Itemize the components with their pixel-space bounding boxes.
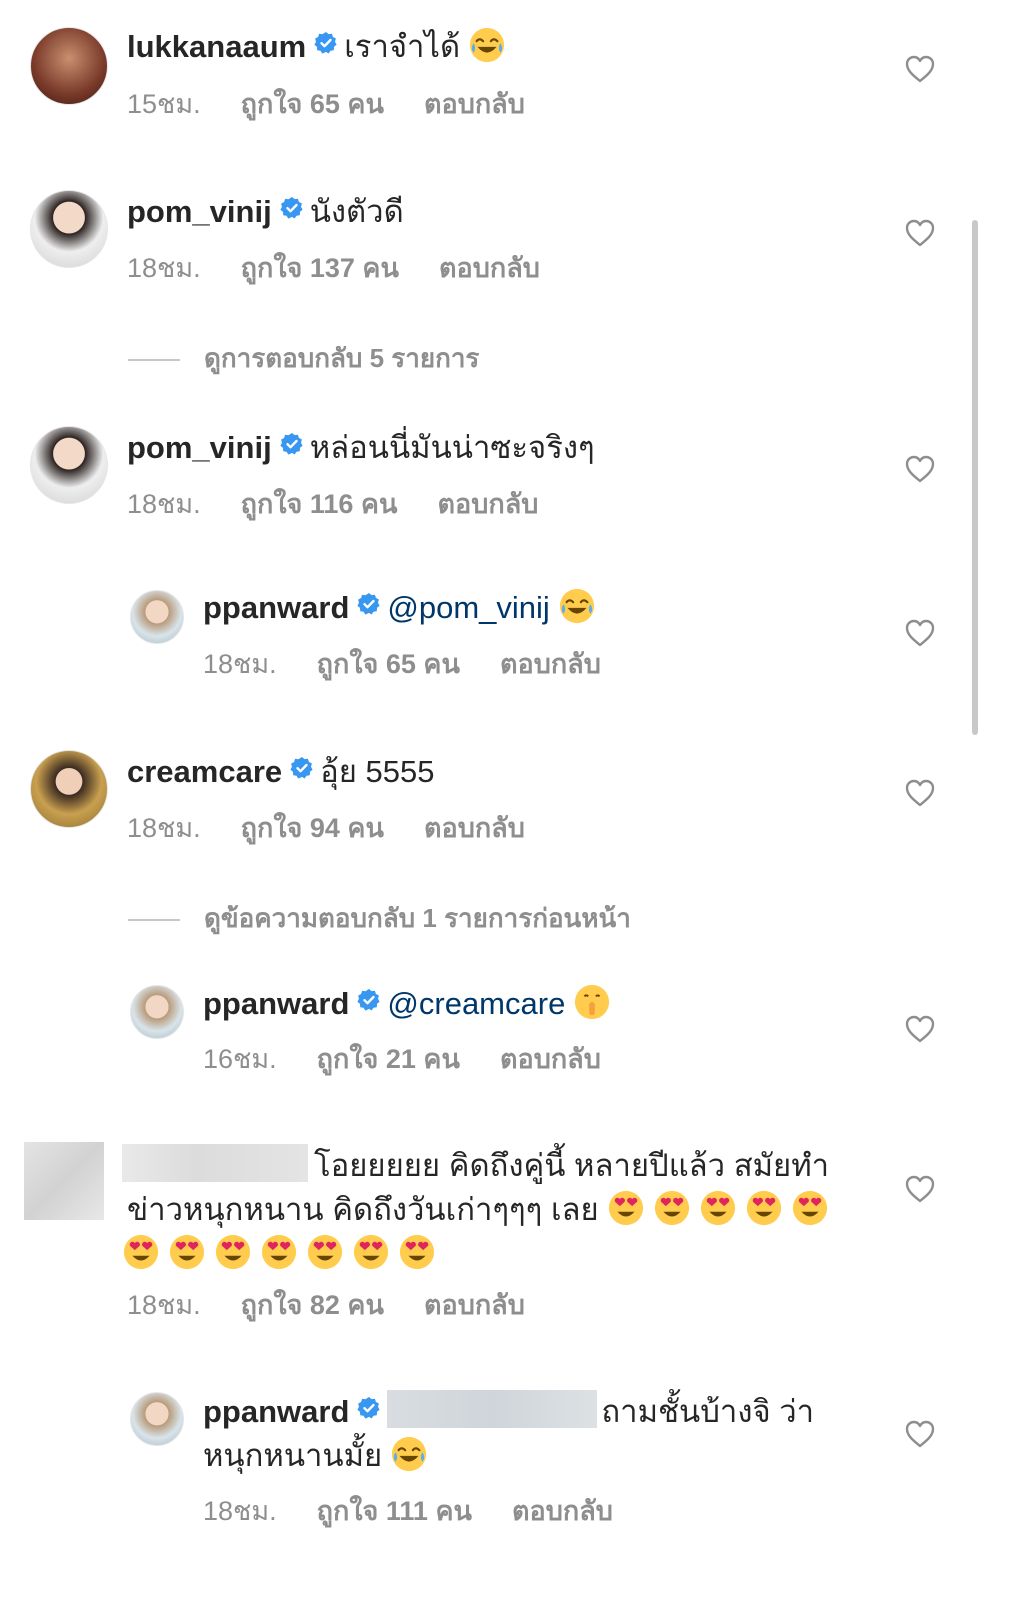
- comment-meta: 15ชม. ถูกใจ 65 คน ตอบกลับ: [127, 86, 525, 122]
- avatar[interactable]: [130, 1392, 184, 1446]
- comment-meta: 18ชม. ถูกใจ 111 คน ตอบกลับ: [203, 1493, 613, 1529]
- divider: [128, 359, 180, 362]
- comment-time: 18ชม.: [203, 649, 277, 679]
- comment-time: 18ชม.: [127, 253, 201, 283]
- heart-eyes-emoji-icon: [653, 1189, 691, 1227]
- heart-icon[interactable]: [904, 218, 936, 248]
- heart-icon[interactable]: [904, 618, 936, 648]
- heart-eyes-emoji-icon: [607, 1189, 645, 1227]
- like-count[interactable]: ถูกใจ 65 คน: [241, 86, 384, 122]
- username[interactable]: pom_vinij: [127, 430, 272, 465]
- laughing-emoji-icon: [468, 26, 506, 64]
- reply-button[interactable]: ตอบกลับ: [512, 1493, 613, 1529]
- reply-button[interactable]: ตอบกลับ: [500, 646, 601, 682]
- comment-text: ถามชั้นบ้างจิ ว่า: [601, 1394, 815, 1429]
- laughing-emoji-icon: [390, 1435, 428, 1473]
- verified-badge-icon: [357, 988, 381, 1012]
- reply-button[interactable]: ตอบกลับ: [437, 486, 538, 522]
- heart-icon[interactable]: [904, 778, 936, 808]
- heart-icon[interactable]: [904, 1419, 936, 1449]
- heart-icon[interactable]: [904, 1174, 936, 1204]
- comment-text: อุ้ย 5555: [320, 754, 435, 789]
- comment-text: หล่อนนี่มันน่าซะจริงๆ: [309, 430, 595, 465]
- view-replies-button[interactable]: ดูการตอบกลับ 5 รายการ: [128, 338, 479, 379]
- heart-eyes-emoji-icon: [791, 1189, 829, 1227]
- comment-text: โอยยยยย คิดถึงคู่นี้ หลายปีแล้ว สมัยทำ: [314, 1148, 830, 1183]
- view-replies-label: ดูการตอบกลับ 5 รายการ: [204, 343, 480, 373]
- laughing-emoji-icon: [558, 587, 596, 625]
- comment-time: 18ชม.: [127, 489, 201, 519]
- comment-meta: 18ชม. ถูกใจ 116 คน ตอบกลับ: [127, 486, 538, 522]
- like-count[interactable]: ถูกใจ 21 คน: [317, 1041, 460, 1077]
- shushing-emoji-icon: [573, 983, 611, 1021]
- heart-icon[interactable]: [904, 1014, 936, 1044]
- mention-link[interactable]: @creamcare: [387, 986, 565, 1021]
- view-replies-button[interactable]: ดูข้อความตอบกลับ 1 รายการก่อนหน้า: [128, 898, 631, 939]
- verified-badge-icon: [357, 592, 381, 616]
- comment-text: ข่าวหนุกหนาน คิดถึงวันเก่าๆๆๆ เลย: [127, 1192, 599, 1227]
- hidden-username: [122, 1144, 308, 1182]
- reply-button[interactable]: ตอบกลับ: [424, 1287, 525, 1323]
- avatar[interactable]: [30, 426, 108, 504]
- comment-text: เราจำได้: [344, 29, 461, 64]
- comment-meta: 18ชม. ถูกใจ 137 คน ตอบกลับ: [127, 250, 540, 286]
- heart-eyes-emoji-icon: [699, 1189, 737, 1227]
- avatar[interactable]: [30, 750, 108, 828]
- view-replies-label: ดูข้อความตอบกลับ 1 รายการก่อนหน้า: [204, 903, 631, 933]
- avatar[interactable]: [30, 190, 108, 268]
- heart-eyes-emoji-icon: [352, 1233, 390, 1271]
- username[interactable]: ppanward: [203, 590, 349, 625]
- verified-badge-icon: [280, 432, 304, 456]
- like-count[interactable]: ถูกใจ 82 คน: [241, 1287, 384, 1323]
- comment-time: 16ชม.: [203, 1044, 277, 1074]
- avatar[interactable]: [130, 985, 184, 1039]
- verified-badge-icon: [314, 31, 338, 55]
- like-count[interactable]: ถูกใจ 137 คน: [241, 250, 399, 286]
- like-count[interactable]: ถูกใจ 94 คน: [241, 810, 384, 846]
- heart-eyes-emoji-icon: [122, 1233, 160, 1271]
- comment-time: 18ชม.: [127, 1290, 201, 1320]
- scrollbar[interactable]: [972, 220, 978, 735]
- divider: [128, 919, 180, 922]
- like-count[interactable]: ถูกใจ 65 คน: [317, 646, 460, 682]
- like-count[interactable]: ถูกใจ 116 คน: [241, 486, 398, 522]
- username[interactable]: ppanward: [203, 1394, 349, 1429]
- comment-text: นังตัวดี: [309, 194, 404, 229]
- heart-eyes-emoji-icon: [745, 1189, 783, 1227]
- like-count[interactable]: ถูกใจ 111 คน: [317, 1493, 472, 1529]
- heart-eyes-emoji-icon: [168, 1233, 206, 1271]
- heart-eyes-emoji-icon: [306, 1233, 344, 1271]
- heart-eyes-emoji-icon: [398, 1233, 436, 1271]
- username[interactable]: pom_vinij: [127, 194, 272, 229]
- reply-button[interactable]: ตอบกลับ: [500, 1041, 601, 1077]
- verified-badge-icon: [280, 196, 304, 220]
- heart-eyes-emoji-icon: [214, 1233, 252, 1271]
- reply-button[interactable]: ตอบกลับ: [424, 810, 525, 846]
- comment-meta: 18ชม. ถูกใจ 82 คน ตอบกลับ: [127, 1287, 525, 1323]
- username[interactable]: lukkanaaum: [127, 29, 306, 64]
- heart-eyes-emoji-icon: [260, 1233, 298, 1271]
- mention-link[interactable]: @pom_vinij: [387, 590, 549, 625]
- avatar[interactable]: [130, 590, 184, 644]
- username[interactable]: ppanward: [203, 986, 349, 1021]
- comment-meta: 18ชม. ถูกใจ 65 คน ตอบกลับ: [203, 646, 601, 682]
- comment-meta: 18ชม. ถูกใจ 94 คน ตอบกลับ: [127, 810, 525, 846]
- comment-time: 18ชม.: [127, 813, 201, 843]
- comment-time: 18ชม.: [203, 1496, 277, 1526]
- comment-meta: 16ชม. ถูกใจ 21 คน ตอบกลับ: [203, 1041, 601, 1077]
- hidden-mention: [387, 1390, 598, 1428]
- avatar[interactable]: [30, 27, 108, 105]
- verified-badge-icon: [357, 1396, 381, 1420]
- username[interactable]: creamcare: [127, 754, 282, 789]
- reply-button[interactable]: ตอบกลับ: [439, 250, 540, 286]
- avatar[interactable]: [24, 1142, 104, 1220]
- verified-badge-icon: [290, 756, 314, 780]
- comment-time: 15ชม.: [127, 89, 201, 119]
- heart-icon[interactable]: [904, 454, 936, 484]
- reply-button[interactable]: ตอบกลับ: [424, 86, 525, 122]
- heart-icon[interactable]: [904, 54, 936, 84]
- comment-text: หนุกหนานมั้ย: [203, 1438, 383, 1473]
